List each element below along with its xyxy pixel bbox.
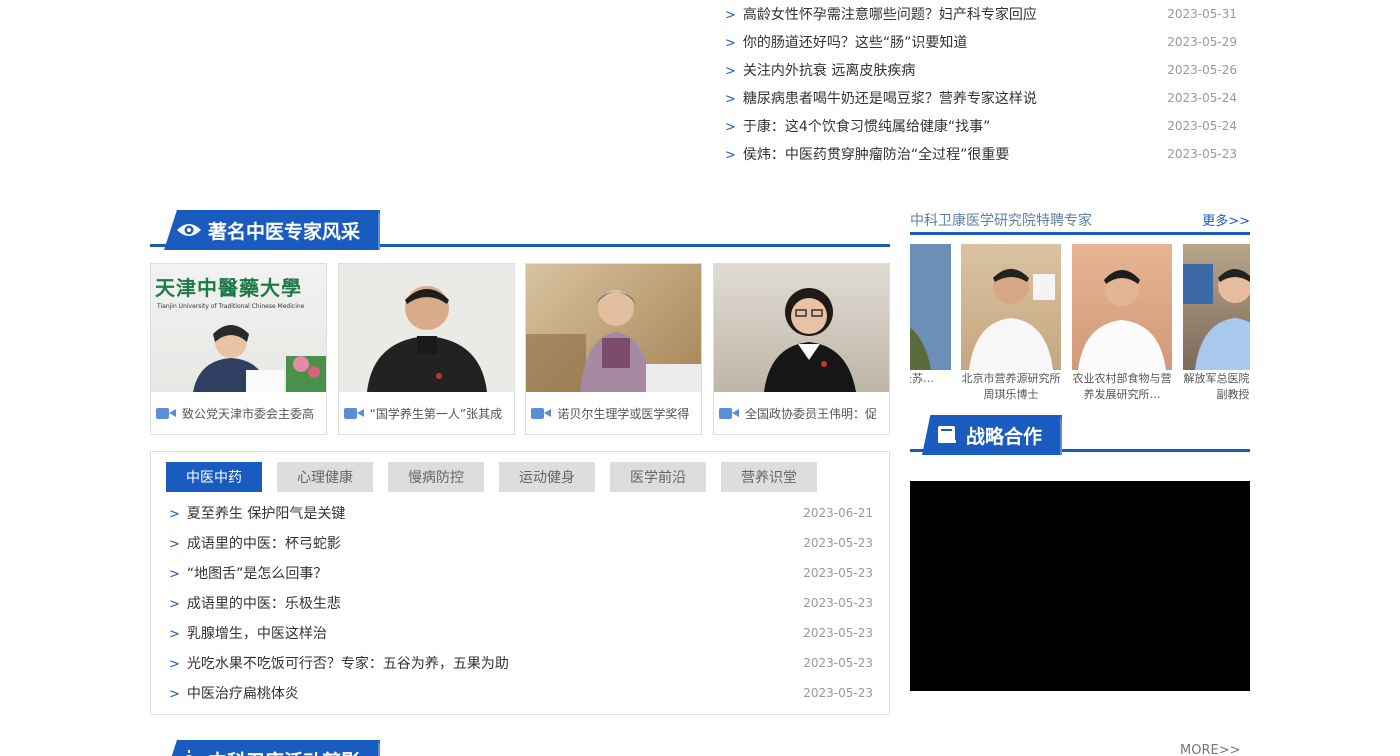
expert-cards: 天津中醫藥大學 Tianjin University of Traditiona…: [150, 263, 890, 435]
expert-caption[interactable]: “国学养生第一人”张其成: [370, 405, 502, 422]
more-link[interactable]: 更多>>: [1202, 210, 1250, 229]
list-item[interactable]: 乳腺增生，中医这样治2023-05-23: [169, 618, 873, 648]
section-title: 战略合作: [966, 425, 1043, 448]
video-player[interactable]: [910, 481, 1250, 691]
specialist-card[interactable]: 放军总长苏…: [910, 244, 951, 403]
specialists-header: 中科卫康医学研究院特聘专家 更多>>: [910, 207, 1250, 235]
list-item[interactable]: 成语里的中医：杯弓蛇影2023-05-23: [169, 528, 873, 558]
expert-caption[interactable]: 全国政协委员王伟明：促: [745, 405, 877, 422]
expert-card[interactable]: 天津中醫藥大學 Tianjin University of Traditiona…: [150, 263, 327, 435]
section-title: 中科卫康活动剪影: [208, 747, 360, 756]
expert-card[interactable]: 诺贝尔生理学或医学奖得: [525, 263, 703, 435]
activity-section-header: 中科卫康活动剪影: [150, 740, 890, 756]
specialist-card[interactable]: 农业农村部食物与营养发展研究所…: [1072, 244, 1172, 403]
section-tab: 中科卫康活动剪影: [164, 740, 381, 756]
list-item[interactable]: “地图舌”是怎么回事？2023-05-23: [169, 558, 873, 588]
video-icon: [718, 407, 741, 420]
news-item[interactable]: 糖尿病患者喝牛奶还是喝豆浆？营养专家这样说2023-05-24: [725, 84, 1237, 112]
top-news-list: 高龄女性怀孕需注意哪些问题？妇产科专家回应2023-05-31 你的肠道还好吗？…: [725, 0, 1237, 168]
specialist-name[interactable]: 解放军总医院后伊阳副教授: [1183, 371, 1251, 403]
specialist-photo[interactable]: [1183, 244, 1250, 370]
eye-icon: [176, 220, 202, 240]
news-item[interactable]: 关注内外抗衰 远离皮肤疾病2023-05-26: [725, 56, 1237, 84]
tab-fitness[interactable]: 运动健身: [499, 462, 595, 492]
tab-news-list: 夏至养生 保护阳气是关键2023-06-21 成语里的中医：杯弓蛇影2023-0…: [169, 498, 873, 708]
tab-chronic-disease[interactable]: 慢病防控: [388, 462, 484, 492]
specialist-name[interactable]: 农业农村部食物与营养发展研究所…: [1072, 371, 1172, 403]
news-item[interactable]: 高龄女性怀孕需注意哪些问题？妇产科专家回应2023-05-31: [725, 0, 1237, 28]
expert-caption[interactable]: 诺贝尔生理学或医学奖得: [557, 405, 689, 422]
expert-photo[interactable]: [526, 264, 702, 392]
expert-card[interactable]: “国学养生第一人”张其成: [337, 263, 515, 435]
list-item[interactable]: 中医治疗扁桃体炎2023-05-23: [169, 678, 873, 708]
list-item[interactable]: 夏至养生 保护阳气是关键2023-06-21: [169, 498, 873, 528]
expert-card[interactable]: 全国政协委员王伟明：促: [712, 263, 890, 435]
specialist-name[interactable]: 放军总长苏…: [910, 371, 951, 403]
tab-mental-health[interactable]: 心理健康: [277, 462, 373, 492]
expert-photo[interactable]: [338, 264, 514, 392]
video-icon: [531, 407, 553, 420]
video-icon: [343, 407, 366, 420]
video-icon: [156, 407, 178, 420]
experts-section-header: 著名中医专家风采: [150, 207, 890, 250]
specialists-title: 中科卫康医学研究院特聘专家: [910, 212, 1092, 229]
section-tab: 著名中医专家风采: [164, 210, 381, 250]
section-title: 著名中医专家风采: [208, 220, 361, 243]
news-item[interactable]: 于康：这4个饮食习惯纯属给健康“找事”2023-05-24: [725, 112, 1237, 140]
expert-photo[interactable]: [713, 264, 889, 392]
section-tab: 战略合作: [922, 415, 1063, 455]
category-tab-panel: 中医中药 心理健康 慢病防控 运动健身 医学前沿 营养识堂 夏至养生 保护阳气是…: [150, 451, 890, 715]
strategy-section-header: 战略合作: [910, 412, 1250, 455]
tab-tcm[interactable]: 中医中药: [166, 462, 262, 492]
specialists-carousel: 放军总长苏… 北京市营养源研究所周琪乐博士 农业农村部食物与营养发展研究所… 解…: [910, 244, 1250, 408]
specialist-photo[interactable]: [910, 244, 951, 370]
specialist-name[interactable]: 北京市营养源研究所周琪乐博士: [961, 371, 1061, 403]
more-link[interactable]: MORE>>: [1180, 743, 1240, 756]
category-tabs: 中医中药 心理健康 慢病防控 运动健身 医学前沿 营养识堂: [166, 462, 817, 492]
specialist-photo[interactable]: [1072, 244, 1172, 370]
expert-photo[interactable]: 天津中醫藥大學 Tianjin University of Traditiona…: [151, 264, 326, 392]
list-item[interactable]: 成语里的中医：乐极生悲2023-05-23: [169, 588, 873, 618]
specialist-card[interactable]: 北京市营养源研究所周琪乐博士: [961, 244, 1061, 403]
tab-nutrition[interactable]: 营养识堂: [721, 462, 817, 492]
expert-caption[interactable]: 致公党天津市委会主委高: [182, 405, 314, 422]
news-item[interactable]: 侯炜：中医药贯穿肿瘤防治“全过程”很重要2023-05-23: [725, 140, 1237, 168]
specialist-photo[interactable]: [961, 244, 1061, 370]
list-item[interactable]: 光吃水果不吃饭可行否？专家：五谷为养，五果为助2023-05-23: [169, 648, 873, 678]
tab-medical-frontier[interactable]: 医学前沿: [610, 462, 706, 492]
news-item[interactable]: 你的肠道还好吗？这些“肠”识要知道2023-05-29: [725, 28, 1237, 56]
specialist-card[interactable]: 解放军总医院后伊阳副教授: [1183, 244, 1250, 403]
sun-icon: [176, 750, 202, 756]
book-icon: [934, 425, 960, 445]
